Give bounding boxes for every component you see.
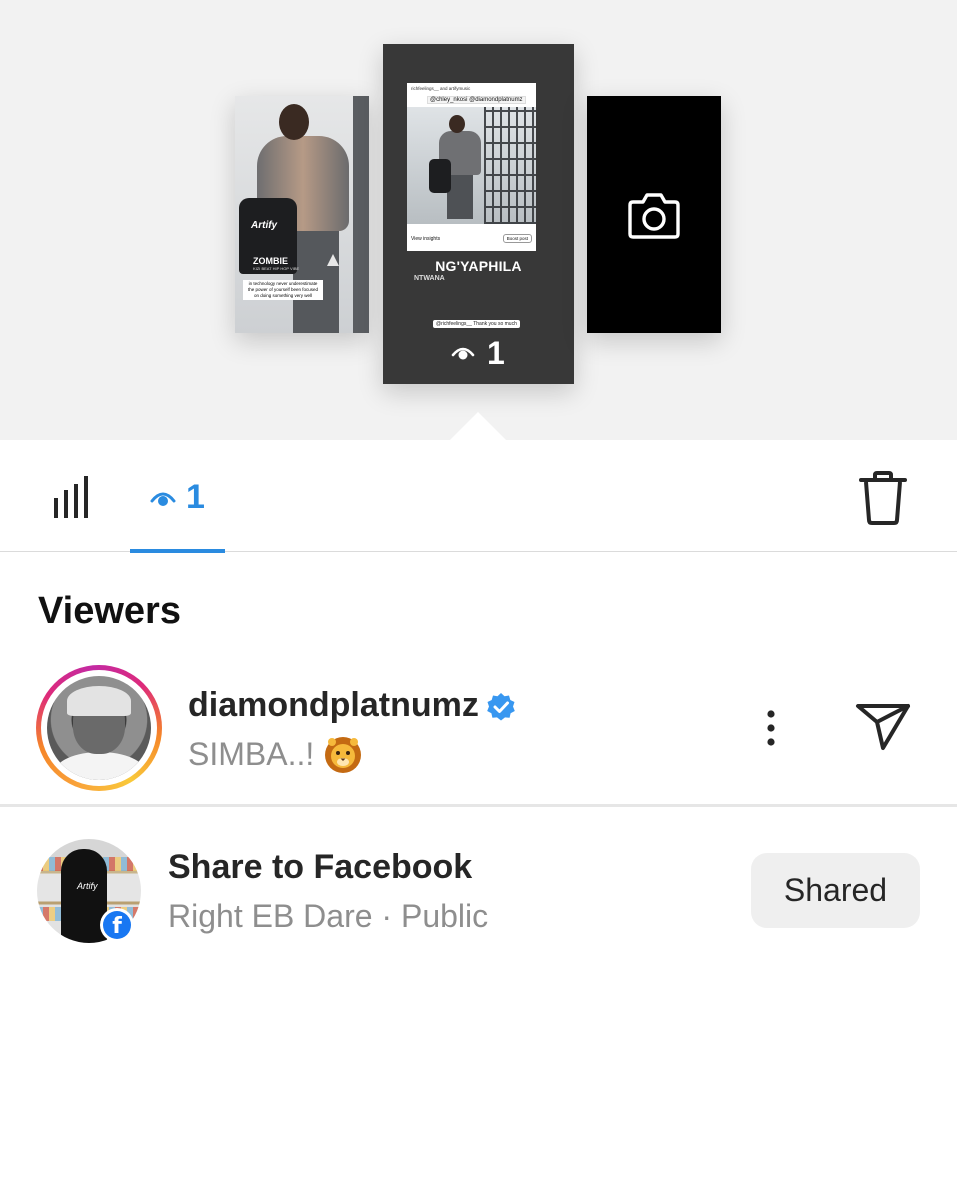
story-person-head xyxy=(279,104,309,140)
story-insights-tabbar: 1 xyxy=(0,440,957,553)
active-tab-indicator xyxy=(130,549,225,553)
avatar-photo xyxy=(47,676,151,780)
avatar-border xyxy=(41,670,157,786)
more-options-icon[interactable] xyxy=(758,708,784,748)
avatar-shirt xyxy=(55,752,145,780)
story-view-count: 1 xyxy=(487,335,505,371)
send-message-icon[interactable] xyxy=(855,702,911,752)
brand-logo-icon xyxy=(327,254,339,266)
eye-icon xyxy=(150,492,176,506)
trash-icon[interactable] xyxy=(857,470,909,526)
viewer-full-name: SIMBA..! xyxy=(188,736,315,772)
story-carousel: Artify ZOMBIE KIZI BEAT HIP HOP VIBE in … xyxy=(0,0,957,440)
share-title: Share to Facebook xyxy=(168,848,473,886)
section-divider xyxy=(0,804,957,807)
share-to-facebook-row[interactable]: Artify f Share to Facebook Right EB Dare… xyxy=(0,836,957,946)
post-tags: @chley_nkosi @diamondplatnumz xyxy=(427,96,526,104)
facebook-icon: f xyxy=(100,908,134,942)
viewer-list-item[interactable]: diamondplatnumz SIMBA..! xyxy=(0,660,957,804)
eye-icon xyxy=(451,347,475,360)
story-title: ZOMBIE xyxy=(253,256,288,266)
story-caption: in technology never underestimate the po… xyxy=(243,280,323,300)
bar-chart-icon[interactable] xyxy=(52,474,96,520)
post-person-backpack xyxy=(429,159,451,193)
avatar[interactable] xyxy=(36,665,162,791)
shared-button[interactable]: Shared xyxy=(751,853,920,928)
story-card-current[interactable]: richfeelings__ and artifymusic @chley_nk… xyxy=(383,44,574,384)
viewers-heading: Viewers xyxy=(38,590,181,632)
post-photo-gate xyxy=(484,107,536,224)
post-person-head xyxy=(449,115,465,133)
story-door xyxy=(353,96,369,333)
story-subtitle: NTWANA xyxy=(414,275,445,282)
lion-face-emoji xyxy=(325,737,361,773)
story-card-add-new[interactable] xyxy=(587,96,721,333)
share-account-subtitle: Right EB Dare · Public xyxy=(168,898,489,934)
boost-post-button[interactable]: Boost post xyxy=(502,234,532,243)
viewers-count: 1 xyxy=(186,478,205,516)
avatar-brand-text: Artify xyxy=(77,881,98,891)
story-mention-sticker: @richfeelings__ Thank you so much xyxy=(433,320,520,328)
avatar-hair xyxy=(67,686,131,716)
story-subtitle: KIZI BEAT HIP HOP VIBE xyxy=(253,266,300,271)
post-header: richfeelings__ and artifymusic xyxy=(411,86,471,91)
backpack-brand-text: Artify xyxy=(251,220,278,231)
story-card-previous[interactable]: Artify ZOMBIE KIZI BEAT HIP HOP VIBE in … xyxy=(235,96,369,333)
view-insights-link[interactable]: View insights xyxy=(411,236,440,242)
post-footer: View insights Boost post xyxy=(407,232,536,250)
viewer-username[interactable]: diamondplatnumz xyxy=(188,686,479,725)
selected-story-pointer xyxy=(450,412,506,440)
facebook-logo: f xyxy=(103,911,131,939)
tab-viewers[interactable]: 1 xyxy=(130,440,225,553)
story-title: NG'YAPHILA xyxy=(435,258,522,274)
verified-badge-icon xyxy=(487,693,515,721)
shared-post-preview[interactable]: richfeelings__ and artifymusic @chley_nk… xyxy=(407,83,536,251)
post-photo xyxy=(407,107,536,224)
camera-icon xyxy=(628,193,680,239)
